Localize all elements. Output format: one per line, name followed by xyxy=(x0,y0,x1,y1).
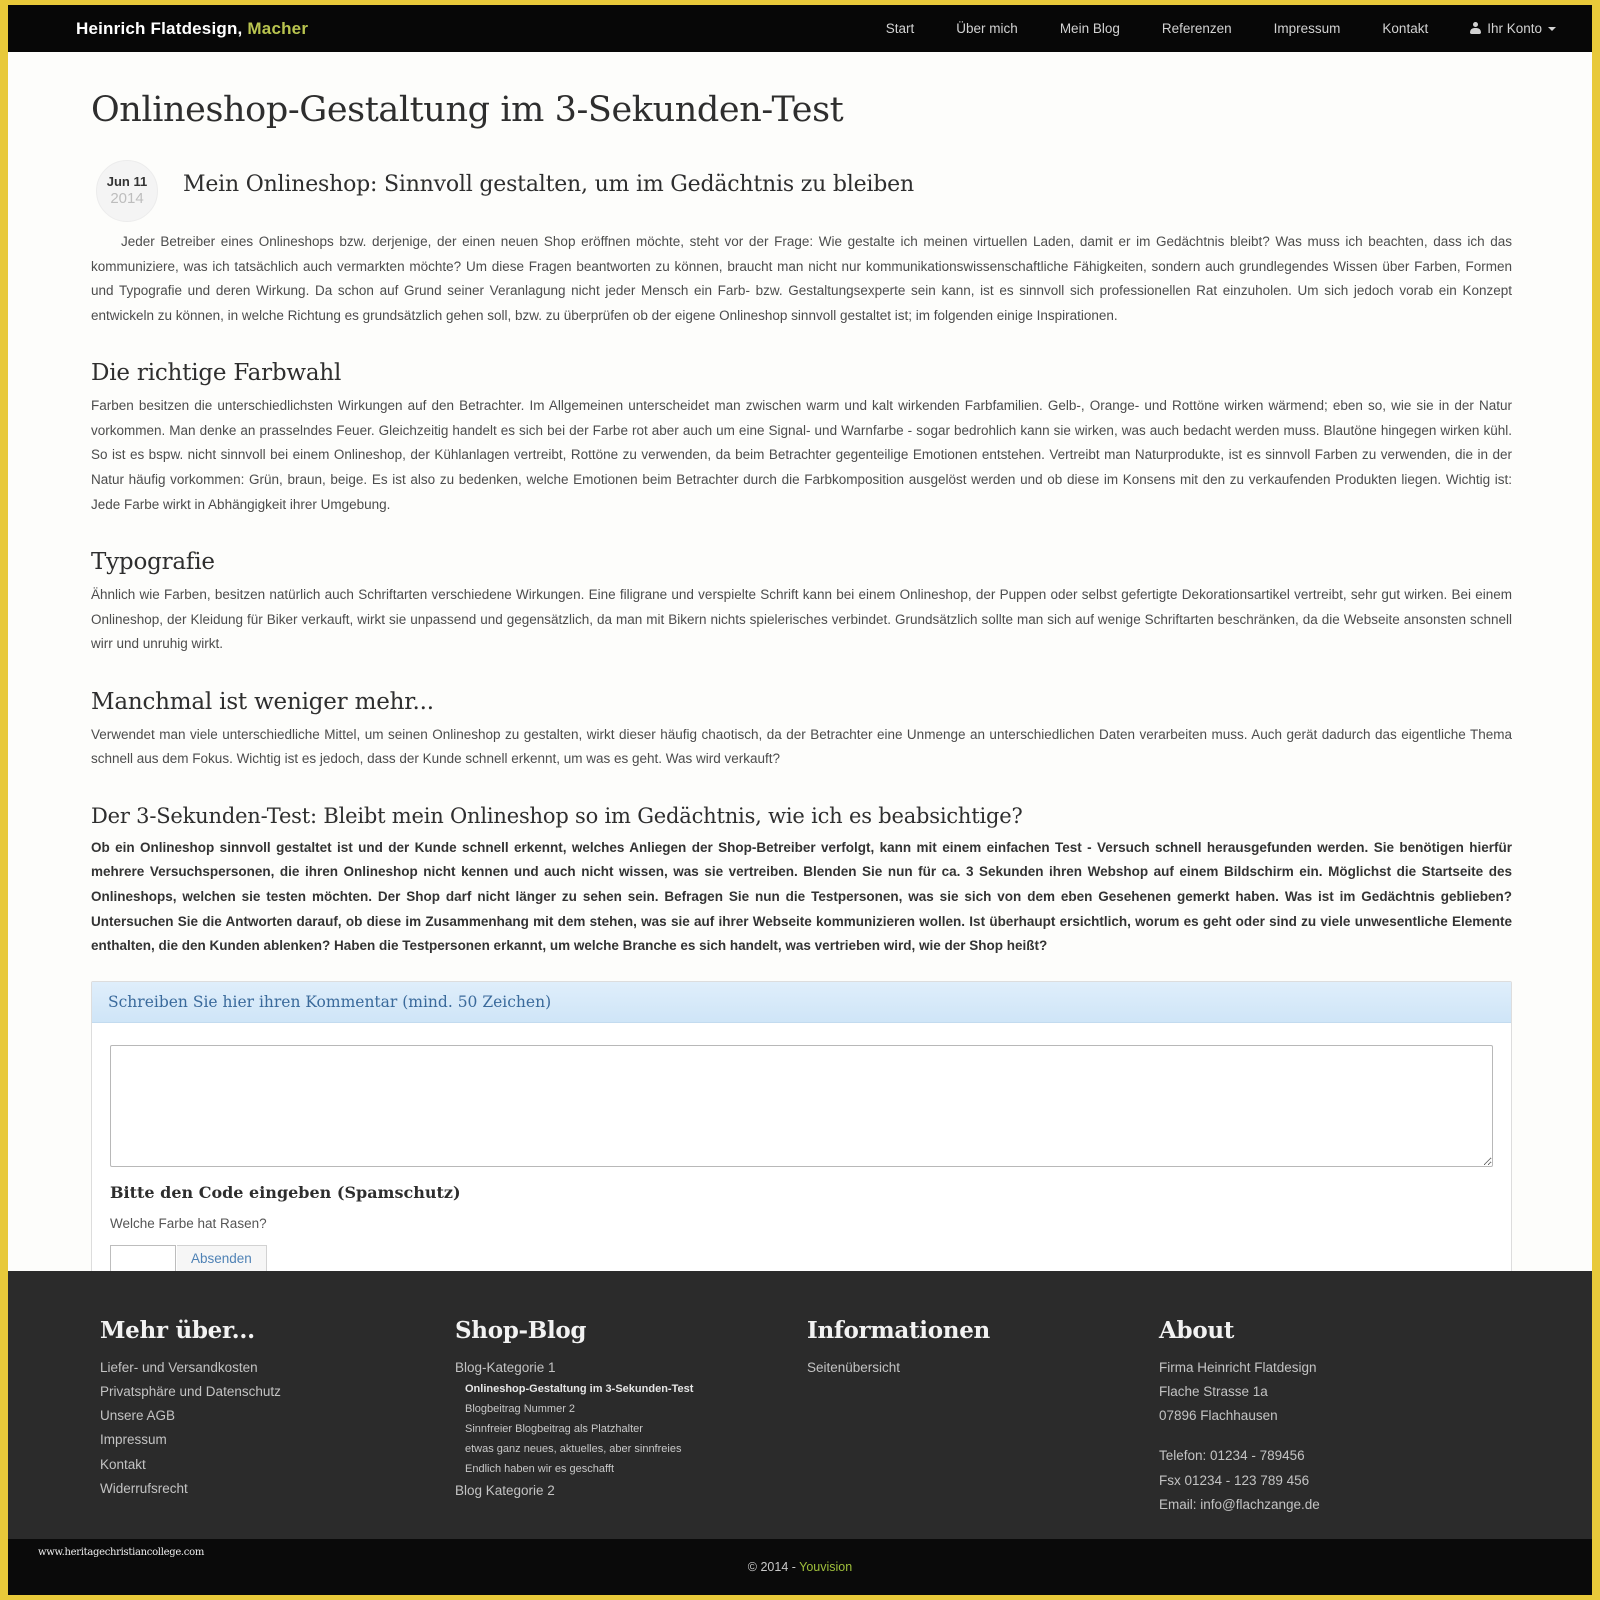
post-intro-paragraph: Jeder Betreiber eines Onlineshops bzw. d… xyxy=(91,234,1512,323)
watermark-text: www.heritagechristiancollege.com xyxy=(38,1547,205,1558)
copyright-prefix: © 2014 - xyxy=(747,1560,800,1574)
comment-form-panel: Schreiben Sie hier ihren Kommentar (mind… xyxy=(91,980,1512,1271)
footer-blog-post-5[interactable]: Endlich haben wir es geschafft xyxy=(465,1462,807,1478)
footer-link-kontakt[interactable]: Kontakt xyxy=(100,1455,455,1475)
site-brand[interactable]: Heinrich Flatdesign, Macher xyxy=(76,19,308,39)
top-navigation-bar: Heinrich Flatdesign, Macher Start Über m… xyxy=(8,5,1592,52)
footer-heading-mehr-ueber: Mehr über... xyxy=(100,1316,255,1344)
footer-blog-post-3[interactable]: Sinnfreier Blogbeitrag als Platzhalter xyxy=(465,1422,807,1438)
footer-about-fax: Fsx 01234 - 123 789 456 xyxy=(1159,1472,1310,1488)
footer-column-shop-blog: Shop-Blog Blog-Kategorie 1 Onlineshop-Ge… xyxy=(455,1317,807,1520)
post-header: Jun 11 2014 Mein Onlineshop: Sinnvoll ge… xyxy=(91,160,1512,222)
section-text-typografie: Ähnlich wie Farben, besitzen natürlich a… xyxy=(91,587,1512,652)
spam-code-input[interactable] xyxy=(110,1244,176,1271)
chevron-down-icon xyxy=(1548,26,1556,31)
account-dropdown[interactable]: Ihr Konto xyxy=(1449,21,1574,36)
main-content: Onlineshop-Gestaltung im 3-Sekunden-Test… xyxy=(8,52,1592,1271)
nav-item-kontakt[interactable]: Kontakt xyxy=(1361,5,1449,52)
spam-code-label: Bitte den Code eingeben (Spamschutz) xyxy=(110,1182,461,1202)
brand-accent-text: Macher xyxy=(247,18,309,38)
footer-column-informationen: Informationen Seitenübersicht xyxy=(807,1317,1159,1520)
nav-item-mein-blog[interactable]: Mein Blog xyxy=(1039,5,1141,52)
post-date-day: Jun 11 xyxy=(106,173,148,189)
footer-link-agb[interactable]: Unsere AGB xyxy=(100,1406,455,1426)
section-text-weniger-mehr: Verwendet man viele unterschiedliche Mit… xyxy=(91,726,1512,767)
footer-about-spacer xyxy=(1159,1430,1320,1446)
user-icon xyxy=(1470,22,1482,35)
nav-item-impressum[interactable]: Impressum xyxy=(1253,5,1362,52)
post-date-year: 2014 xyxy=(110,189,144,207)
comment-form-header: Schreiben Sie hier ihren Kommentar (mind… xyxy=(92,981,1511,1023)
footer-link-blog-kategorie-2[interactable]: Blog Kategorie 2 xyxy=(455,1481,807,1501)
copyright-text: © 2014 - Youvision xyxy=(748,1560,852,1574)
footer-blog-post-4[interactable]: etwas ganz neues, aktuelles, aber sinnfr… xyxy=(465,1442,807,1458)
section-text-farbwahl: Farben besitzen die unterschiedlichsten … xyxy=(91,398,1512,512)
comment-textarea[interactable] xyxy=(110,1044,1493,1167)
section-heading-3-sekunden-test: Der 3-Sekunden-Test: Bleibt mein Onlines… xyxy=(91,803,1023,828)
footer-bottom-bar: www.heritagechristiancollege.com © 2014 … xyxy=(8,1539,1592,1595)
page-container: Heinrich Flatdesign, Macher Start Über m… xyxy=(8,5,1592,1595)
brand-main-text: Heinrich Flatdesign, xyxy=(76,18,243,38)
footer-link-seitenuebersicht[interactable]: Seitenübersicht xyxy=(807,1358,1159,1378)
footer-heading-informationen: Informationen xyxy=(807,1316,990,1344)
copyright-brand: Youvision xyxy=(799,1560,853,1574)
footer-about-city: 07896 Flachhausen xyxy=(1159,1408,1278,1423)
nav-item-ueber-mich[interactable]: Über mich xyxy=(935,5,1039,52)
post-title: Mein Onlineshop: Sinnvoll gestalten, um … xyxy=(183,172,914,197)
comment-form-body: Bitte den Code eingeben (Spamschutz) Wel… xyxy=(92,1023,1511,1271)
spam-code-row: Absenden xyxy=(110,1244,1493,1271)
footer-about-email: Email: info@flachzange.de xyxy=(1159,1496,1320,1512)
footer-about-company: Firma Heinricht Flatdesign xyxy=(1159,1359,1317,1375)
spam-code-question: Welche Farbe hat Rasen? xyxy=(110,1215,267,1231)
page-title: Onlineshop-Gestaltung im 3-Sekunden-Test xyxy=(91,90,844,130)
nav-item-start[interactable]: Start xyxy=(865,5,936,52)
footer-column-about: About Firma Heinricht Flatdesign Flache … xyxy=(1159,1317,1320,1520)
footer-heading-about: About xyxy=(1159,1316,1235,1344)
section-text-3-sekunden-test: Ob ein Onlineshop sinnvoll gestaltet ist… xyxy=(91,839,1512,954)
section-heading-farbwahl: Die richtige Farbwahl xyxy=(91,360,342,387)
footer-link-blog-kategorie-1[interactable]: Blog-Kategorie 1 xyxy=(455,1358,807,1378)
footer-link-datenschutz[interactable]: Privatsphäre und Datenschutz xyxy=(100,1382,455,1402)
footer-heading-shop-blog: Shop-Blog xyxy=(455,1316,587,1344)
footer-blog-post-list: Onlineshop-Gestaltung im 3-Sekunden-Test… xyxy=(465,1382,807,1478)
post-date-badge: Jun 11 2014 xyxy=(96,160,158,222)
footer-blog-post-2[interactable]: Blogbeitrag Nummer 2 xyxy=(465,1402,807,1418)
footer-blog-post-1[interactable]: Onlineshop-Gestaltung im 3-Sekunden-Test xyxy=(465,1382,807,1398)
site-footer: Mehr über... Liefer- und Versandkosten P… xyxy=(8,1270,1592,1539)
submit-button[interactable]: Absenden xyxy=(177,1244,267,1271)
footer-link-impressum[interactable]: Impressum xyxy=(100,1430,455,1450)
footer-link-widerrufsrecht[interactable]: Widerrufsrecht xyxy=(100,1479,455,1499)
footer-about-phone: Telefon: 01234 - 789456 xyxy=(1159,1448,1305,1464)
section-heading-weniger-mehr: Manchmal ist weniger mehr... xyxy=(91,688,434,715)
footer-about-street: Flache Strasse 1a xyxy=(1159,1383,1268,1399)
nav-item-referenzen[interactable]: Referenzen xyxy=(1141,5,1253,52)
account-label: Ihr Konto xyxy=(1487,21,1542,36)
footer-column-mehr-ueber: Mehr über... Liefer- und Versandkosten P… xyxy=(100,1317,455,1520)
footer-link-versandkosten[interactable]: Liefer- und Versandkosten xyxy=(100,1358,455,1378)
section-heading-typografie: Typografie xyxy=(91,549,215,576)
nav-links: Start Über mich Mein Blog Referenzen Imp… xyxy=(865,5,1574,52)
